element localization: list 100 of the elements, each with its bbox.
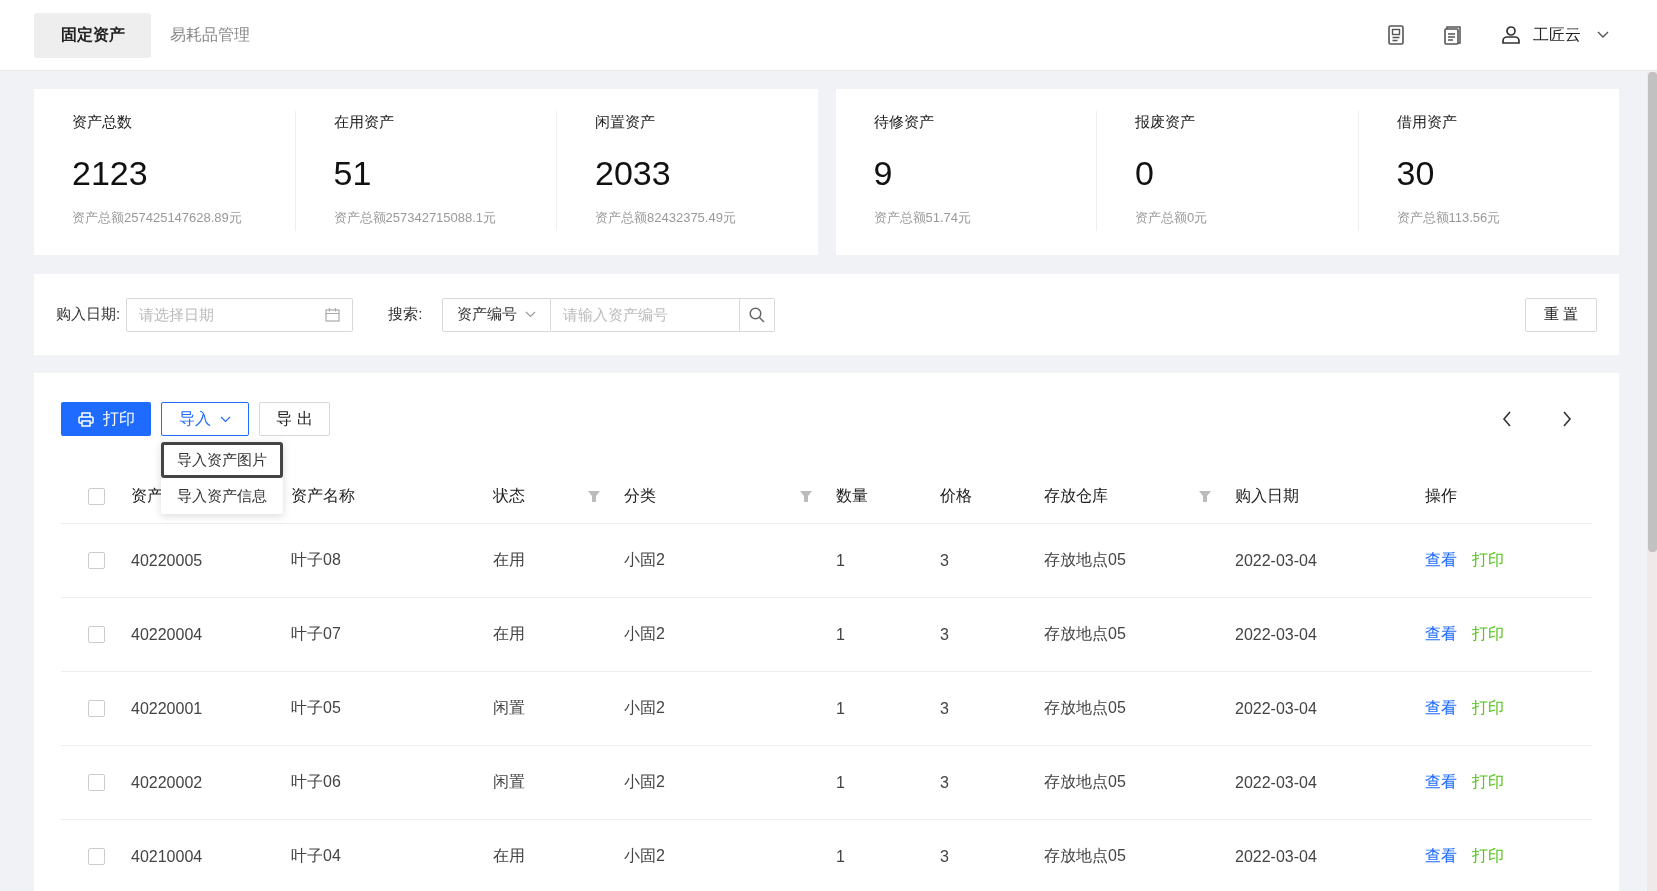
table-cell-text: 在用 (493, 550, 525, 570)
calendar-icon (325, 307, 341, 322)
table-cell: 2022-03-04 (1235, 551, 1317, 570)
action-link[interactable]: 查看 (1425, 624, 1457, 645)
checkbox[interactable] (87, 774, 105, 791)
table-cell-text: 在用 (493, 846, 525, 866)
table-cell: 1 (836, 625, 845, 644)
copy-icon[interactable] (1443, 25, 1463, 45)
user-icon[interactable] (1501, 26, 1521, 44)
table-cell-text: 小固2 (624, 550, 665, 570)
table-cell: 40220002 (131, 773, 203, 792)
table-cell: 3 (940, 551, 949, 570)
table-cell-text: 叶子04 (291, 846, 341, 866)
nav-tab[interactable]: 易耗品管理 (151, 12, 268, 58)
date-field[interactable]: 请选择日期 (126, 297, 354, 332)
column-header: 资产 (131, 486, 163, 506)
table-cell-text: 闲置 (493, 772, 525, 792)
scrollbar-thumb[interactable] (1648, 72, 1657, 552)
table-cell: 40220004 (131, 625, 203, 644)
chevron-left-icon[interactable] (1502, 411, 1512, 427)
checkbox[interactable] (87, 700, 105, 717)
table-cell-text: 小固2 (624, 624, 665, 644)
document-icon[interactable] (1387, 25, 1405, 45)
stat-label: 闲置资产 (595, 113, 656, 132)
checkbox[interactable] (87, 552, 105, 569)
filter-icon[interactable] (800, 491, 812, 502)
column-header: 状态 (493, 486, 525, 506)
table-cell-text: 存放地点05 (1044, 698, 1126, 718)
table-cell: 3 (940, 699, 949, 718)
table-cell-text: 小固2 (624, 846, 665, 866)
checkbox[interactable] (87, 848, 105, 865)
filter-label: 搜索: (388, 305, 423, 324)
chevron-down-icon (220, 415, 231, 423)
table-cell: 40210004 (131, 847, 203, 866)
action-link[interactable]: 查看 (1425, 846, 1457, 867)
stat-amount: 资产总额0元 (1135, 209, 1209, 227)
stat-value: 30 (1396, 154, 1436, 193)
menu-item[interactable]: 导入资产信息 (161, 478, 283, 514)
table-cell: 40220005 (131, 551, 203, 570)
table-cell: 3 (940, 847, 949, 866)
table-cell-text: 存放地点05 (1044, 846, 1126, 866)
filter-icon[interactable] (1199, 491, 1211, 502)
table-cell-text: 小固2 (624, 698, 665, 718)
table-cell: 2022-03-04 (1235, 625, 1317, 644)
filter-icon[interactable] (588, 491, 600, 502)
table-cell-text: 在用 (493, 624, 525, 644)
stat-value: 9 (873, 154, 894, 193)
table-cell: 3 (940, 773, 949, 792)
stat-label: 报废资产 (1135, 113, 1196, 132)
import-dropdown-button[interactable]: 导入 (161, 402, 249, 436)
stat-value: 51 (333, 154, 373, 193)
stat-label: 资产总数 (72, 113, 133, 132)
table-cell-text: 小固2 (624, 772, 665, 792)
printer-icon (77, 411, 94, 427)
table-cell-text: 叶子08 (291, 550, 341, 570)
action-link[interactable]: 查看 (1425, 550, 1457, 571)
stat-label: 在用资产 (333, 113, 395, 132)
search-button[interactable] (740, 297, 776, 332)
stat-amount: 资产总额257425147628.89元 (72, 209, 243, 227)
action-link[interactable]: 查看 (1425, 698, 1457, 719)
export-button[interactable]: 导 出 (259, 402, 330, 436)
checkbox[interactable] (87, 626, 105, 643)
table-cell: 2022-03-04 (1235, 699, 1317, 718)
chevron-right-icon[interactable] (1562, 411, 1572, 427)
table-cell: 2022-03-04 (1235, 847, 1317, 866)
table-cell: 1 (836, 551, 845, 570)
chevron-down-icon[interactable] (1597, 31, 1609, 39)
search-icon (749, 306, 766, 323)
column-header: 资产名称 (291, 486, 355, 506)
stat-value: 2033 (595, 154, 672, 193)
table-cell-text: 存放地点05 (1044, 624, 1126, 644)
table-cell-text: 叶子07 (291, 624, 341, 644)
column-header: 存放仓库 (1044, 486, 1108, 506)
chevron-down-icon (525, 311, 537, 318)
stat-label: 待修资产 (873, 113, 935, 132)
stat-label: 借用资产 (1396, 113, 1458, 132)
table-cell: 1 (836, 699, 845, 718)
reset-button[interactable]: 重 置 (1525, 297, 1597, 332)
print-button[interactable]: 打印 (61, 402, 151, 436)
checkbox[interactable] (87, 488, 105, 505)
filter-label: 购入日期: (56, 305, 121, 324)
column-header: 操作 (1425, 486, 1457, 506)
column-header: 数量 (836, 486, 868, 506)
search-field[interactable]: 请输入资产编号 (551, 297, 741, 332)
action-link[interactable]: 查看 (1425, 772, 1457, 793)
table-cell: 1 (836, 847, 845, 866)
table-cell-text: 闲置 (493, 698, 525, 718)
menu-item[interactable]: 导入资产图片 (161, 442, 283, 478)
column-header: 分类 (624, 486, 656, 506)
column-header: 价格 (940, 486, 972, 506)
table-cell-text: 存放地点05 (1044, 772, 1126, 792)
table-cell: 2022-03-04 (1235, 773, 1317, 792)
search-type-select[interactable]: 资产编号 (442, 297, 552, 332)
table-cell: 1 (836, 773, 845, 792)
user-name[interactable]: 工匠云 (1533, 24, 1581, 46)
table-cell-text: 叶子05 (291, 698, 341, 718)
column-header: 购入日期 (1235, 486, 1299, 506)
stat-value: 2123 (72, 154, 149, 193)
table-cell-text: 存放地点05 (1044, 550, 1126, 570)
nav-tab[interactable]: 固定资产 (34, 12, 151, 58)
